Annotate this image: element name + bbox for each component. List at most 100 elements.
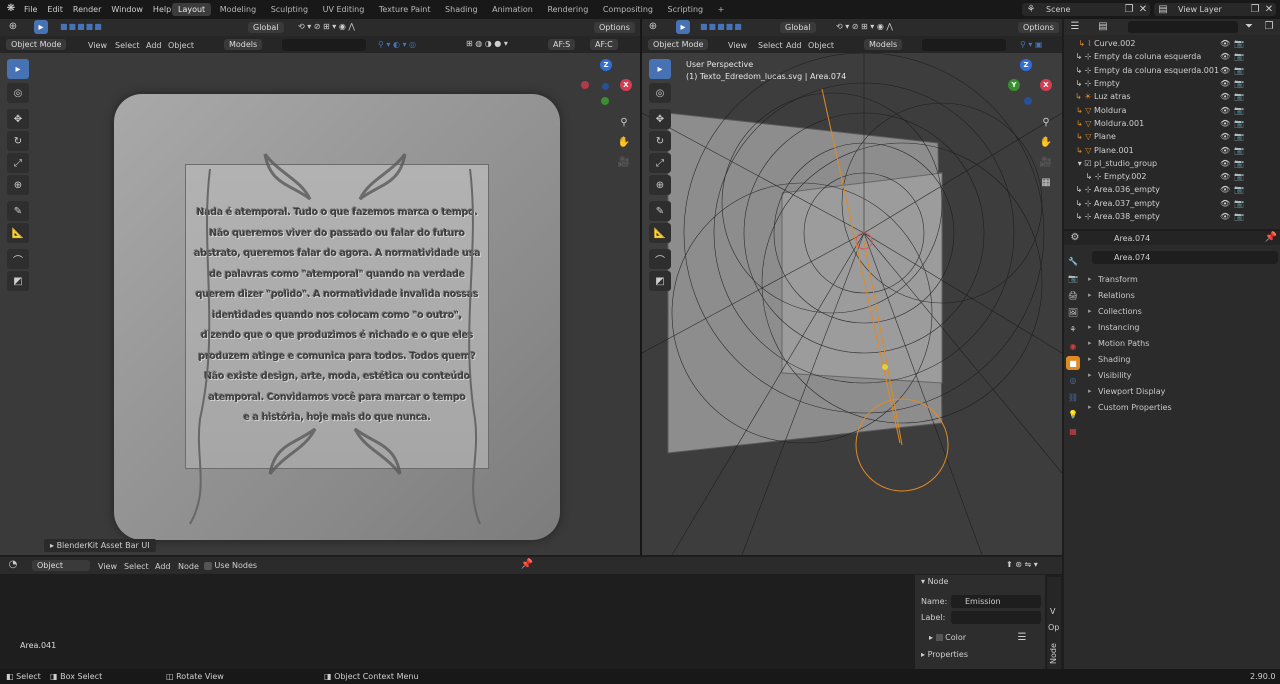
texture-tab-icon[interactable]: ▦ [1066, 424, 1080, 438]
render-camera-icon[interactable]: 📷 [1234, 106, 1244, 115]
visibility-eye-icon[interactable]: 👁 [1220, 52, 1234, 61]
panel-transform[interactable]: ▸ Transform [1088, 271, 1278, 287]
view-layer-selector[interactable]: ▤ View Layer ❐ ✕ [1154, 3, 1276, 16]
node-menu-view[interactable]: View [98, 562, 117, 571]
pan-hand-icon[interactable]: ✋ [1039, 136, 1053, 150]
tab-uv-editing[interactable]: UV Editing [317, 3, 371, 16]
tab-layout[interactable]: Layout [172, 3, 212, 16]
object-name-field[interactable]: Area.074 [1092, 251, 1278, 264]
render-camera-icon[interactable]: 📷 [1234, 66, 1244, 75]
render-camera-icon[interactable]: 📷 [1234, 212, 1244, 221]
object-mode-dropdown[interactable]: Object Mode [648, 39, 709, 50]
outliner-row[interactable]: ↳ ⊹ Area.037_empty 👁 📷 [1064, 197, 1280, 210]
outliner-row[interactable]: ↳ ⊹ Area.036_empty 👁 📷 [1064, 183, 1280, 196]
output-tab-icon[interactable]: 🖨 [1066, 288, 1080, 302]
panel-viewport-display[interactable]: ▸ Viewport Display [1088, 383, 1278, 399]
render-camera-icon[interactable]: 📷 [1234, 39, 1244, 48]
world-tab-icon[interactable]: ◉ [1066, 339, 1080, 353]
camera-icon[interactable]: 🎥 [1039, 156, 1053, 170]
tab-rendering[interactable]: Rendering [541, 3, 594, 16]
models-dropdown[interactable]: Models [864, 39, 903, 50]
copy-icon[interactable]: ❐ [1248, 3, 1262, 16]
render-tab-icon[interactable]: 📷 [1066, 271, 1080, 285]
select-tool-icon[interactable]: ▸ [34, 20, 48, 34]
object-mode-dropdown[interactable]: Object Mode [6, 39, 67, 50]
tab-node[interactable]: Node [1049, 643, 1058, 664]
panel-visibility[interactable]: ▸ Visibility [1088, 367, 1278, 383]
node-label-field[interactable] [951, 611, 1041, 624]
right-viewport[interactable]: ⊕ ▸ ■■■■■ Global ⟲ ▾ ⊘ ⊞ ▾ ◉ ⋀ Options O… [642, 19, 1062, 555]
panel-custom-properties[interactable]: ▸ Custom Properties [1088, 399, 1278, 415]
visibility-eye-icon[interactable]: 👁 [1220, 119, 1234, 128]
panel-collections[interactable]: ▸ Collections [1088, 303, 1278, 319]
tab-shading[interactable]: Shading [439, 3, 484, 16]
visibility-eye-icon[interactable]: 👁 [1220, 172, 1234, 181]
shader-type-dropdown[interactable]: Object [32, 560, 90, 571]
models-dropdown[interactable]: Models [224, 39, 263, 50]
z-axis-ball[interactable]: Z [1020, 59, 1032, 71]
orientation-dropdown[interactable]: Global [780, 22, 816, 33]
left-viewport[interactable]: ⊕ ▸ ■■■■■ Global ⟲ ▾ ⊘ ⊞ ▾ ◉ ⋀ Options O… [0, 19, 640, 555]
object-tab-icon[interactable]: ■ [1066, 356, 1080, 370]
node-menu-add[interactable]: Add [155, 562, 171, 571]
panel-motion-paths[interactable]: ▸ Motion Paths [1088, 335, 1278, 351]
cursor-tool-icon[interactable]: ◎ [649, 83, 671, 103]
selection-mode-icons[interactable]: ■■■■■ [60, 22, 103, 31]
close-icon[interactable]: ✕ [1262, 3, 1276, 16]
editor-type-icon[interactable]: ⊕ [646, 20, 660, 34]
add-curve-tool-icon[interactable]: ⌒ [649, 249, 671, 269]
snap-icons[interactable]: ⟲ ▾ ⊘ ⊞ ▾ ◉ ⋀ [298, 22, 355, 31]
render-camera-icon[interactable]: 📷 [1234, 146, 1244, 155]
visibility-eye-icon[interactable]: 👁 [1220, 92, 1234, 101]
viewport-menu-select[interactable]: Select [115, 41, 140, 50]
x-axis-ball[interactable]: X [620, 79, 632, 91]
visibility-eye-icon[interactable]: 👁 [1220, 185, 1234, 194]
node-menu-select[interactable]: Select [124, 562, 149, 571]
annotate-tool-icon[interactable]: ✎ [7, 201, 29, 221]
panel-shading[interactable]: ▸ Shading [1088, 351, 1278, 367]
node-name-field[interactable]: Emission [951, 595, 1041, 608]
viewport-menu-view[interactable]: View [728, 41, 747, 50]
snap-icons[interactable]: ⟲ ▾ ⊘ ⊞ ▾ ◉ ⋀ [836, 22, 893, 31]
pan-hand-icon[interactable]: ✋ [617, 136, 631, 150]
menu-edit[interactable]: Edit [47, 5, 63, 14]
new-collection-icon[interactable]: ❐ [1262, 20, 1276, 34]
render-camera-icon[interactable]: 📷 [1234, 132, 1244, 141]
navigation-gizmo[interactable]: Z X [578, 59, 638, 119]
outliner-row[interactable]: ↳ ⊹ Empty 👁 📷 [1064, 77, 1280, 90]
editor-type-icon[interactable]: ⊕ [6, 20, 20, 34]
options-dropdown[interactable]: Options [1018, 22, 1059, 33]
node-view-icons[interactable]: ⬆ ⊛ ⇋ ▾ [1006, 560, 1038, 569]
scene-selector[interactable]: ⚘ Scene ❐ ✕ [1022, 3, 1150, 16]
rotate-tool-icon[interactable]: ↻ [649, 131, 671, 151]
outliner-row[interactable]: ▾ ☑ pl_studio_group 👁 📷 [1064, 157, 1280, 170]
outliner-row[interactable]: ↳ ⌇ Curve.002 👁 📷 [1064, 37, 1280, 50]
af-c-button[interactable]: AF:C [590, 39, 618, 50]
outliner-row[interactable]: ↳ ⊹ Empty da coluna esquerda 👁 📷 [1064, 50, 1280, 63]
viewport-menu-object[interactable]: Object [168, 41, 194, 50]
color-list-icon[interactable]: ☰ [1015, 631, 1029, 645]
transform-tool-icon[interactable]: ⊕ [649, 175, 671, 195]
overlay-icons[interactable]: ⚲ ▾ ▣ [1020, 40, 1043, 49]
zoom-icon[interactable]: ⚲ [1039, 116, 1053, 130]
tab-modeling[interactable]: Modeling [214, 3, 262, 16]
display-mode-icon[interactable]: ▤ [1096, 20, 1110, 34]
properties-type-icon[interactable]: ⚙ [1068, 231, 1082, 245]
visibility-eye-icon[interactable]: 👁 [1220, 106, 1234, 115]
viewport-menu-object[interactable]: Object [808, 41, 834, 50]
viewport-menu-add[interactable]: Add [146, 41, 162, 50]
z-neg-axis-ball[interactable] [602, 83, 609, 90]
render-camera-icon[interactable]: 📷 [1234, 172, 1244, 181]
overlay-icons[interactable]: ⚲ ▾ ◐ ▾ ◎ [378, 40, 416, 49]
tab-sculpting[interactable]: Sculpting [265, 3, 314, 16]
measure-tool-icon[interactable]: 📐 [7, 223, 29, 243]
viewport-menu-add[interactable]: Add [786, 41, 802, 50]
scale-tool-icon[interactable]: ⤢ [7, 153, 29, 173]
render-camera-icon[interactable]: 📷 [1234, 92, 1244, 101]
x-neg-axis-ball[interactable] [581, 81, 589, 89]
outliner-row[interactable]: ↳ ⊹ Empty da coluna esquerda.001 👁 📷 [1064, 64, 1280, 77]
data-tab-icon[interactable]: 💡 [1066, 407, 1080, 421]
select-tool-icon[interactable]: ▸ [676, 20, 690, 34]
visibility-eye-icon[interactable]: 👁 [1220, 212, 1234, 221]
add-curve-tool-icon[interactable]: ⌒ [7, 249, 29, 269]
